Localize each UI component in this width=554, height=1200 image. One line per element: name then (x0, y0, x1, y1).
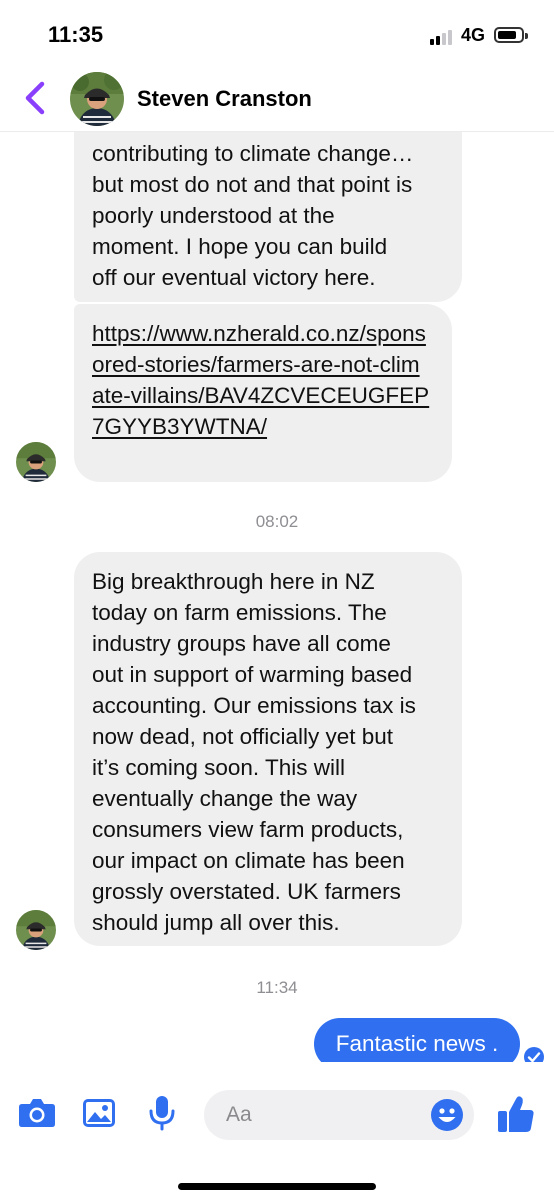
network-type: 4G (461, 25, 486, 45)
received-message[interactable]: contributing to climate change… but most… (74, 132, 462, 302)
received-link-message[interactable]: https://www.nzherald.co.nz/sponsored-sto… (74, 304, 452, 482)
image-icon[interactable] (82, 1097, 116, 1129)
contact-avatar-small[interactable] (16, 442, 56, 482)
contact-avatar[interactable] (70, 72, 124, 126)
camera-icon[interactable] (18, 1098, 56, 1128)
home-indicator[interactable] (178, 1183, 376, 1190)
emoji-icon[interactable] (430, 1098, 464, 1132)
message-link[interactable]: https://www.nzherald.co.nz/sponsored-sto… (92, 321, 429, 439)
contact-avatar-small[interactable] (16, 910, 56, 950)
message-text: contributing to climate change… but most… (92, 141, 414, 290)
message-composer (0, 1062, 554, 1162)
status-bar: 11:35 4G (0, 0, 554, 64)
battery-icon (494, 27, 528, 43)
microphone-icon[interactable] (149, 1095, 175, 1131)
back-button[interactable] (20, 78, 54, 118)
message-text: Fantastic news . (335, 1031, 499, 1056)
message-text: Big breakthrough here in NZ today on far… (92, 569, 416, 935)
thumbs-up-icon[interactable] (496, 1094, 536, 1134)
message-timestamp: 11:34 (256, 978, 298, 997)
cellular-signal-icon (430, 29, 456, 45)
received-message[interactable]: Big breakthrough here in NZ today on far… (74, 552, 462, 946)
status-time: 11:35 (48, 22, 104, 47)
sent-message[interactable]: Fantastic news . (314, 1018, 520, 1062)
chevron-left-icon (25, 81, 45, 115)
contact-name[interactable]: Steven Cranston (137, 86, 312, 112)
conversation-header: Steven Cranston (0, 64, 554, 132)
delivered-check-icon (524, 1047, 544, 1062)
message-timestamp: 08:02 (255, 512, 299, 531)
message-thread[interactable]: contributing to climate change… but most… (0, 132, 554, 1062)
